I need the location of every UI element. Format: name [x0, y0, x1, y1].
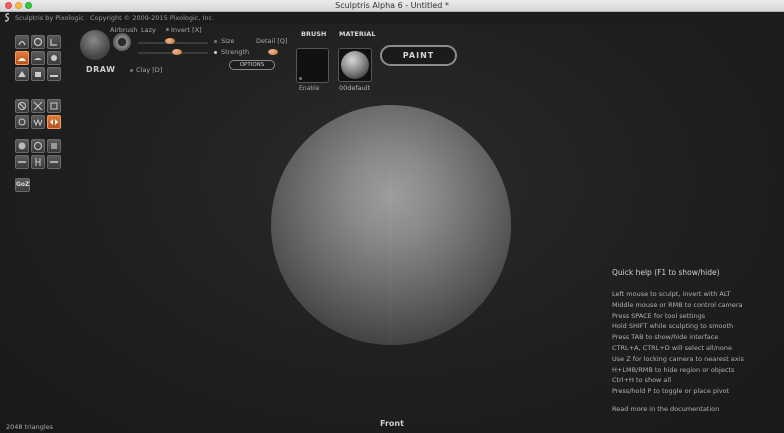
flatten-icon: [34, 58, 42, 60]
options-button[interactable]: OPTIONS: [229, 60, 275, 70]
sphere-icon: [18, 142, 26, 150]
draw-brush-preview-icon[interactable]: [80, 30, 110, 60]
draw-icon: [18, 58, 26, 61]
wireframe-tool-button[interactable]: [15, 115, 29, 129]
view-orientation-label: Front: [380, 419, 404, 428]
material-slot[interactable]: [338, 48, 372, 82]
help-line: Use Z for locking camera to nearest axis: [612, 354, 744, 363]
clay-toggle[interactable]: Clay [D]: [136, 66, 162, 74]
help-line: Hold SHIFT while sculpting to smooth: [612, 322, 734, 331]
scale-tool-button[interactable]: [47, 35, 61, 49]
rotate-tool-button[interactable]: [31, 35, 45, 49]
mask-tool-button[interactable]: [31, 99, 45, 113]
quick-help-title: Quick help (F1 to show/hide): [612, 268, 720, 277]
size-label[interactable]: Size: [221, 37, 234, 45]
symmetry-tool-button[interactable]: [47, 99, 61, 113]
sculpt-sphere-mesh[interactable]: [271, 105, 511, 345]
grab-tool-button[interactable]: [31, 67, 45, 81]
material-name: 00default: [339, 84, 371, 92]
current-tool-label: DRAW: [86, 65, 116, 74]
help-line: Left mouse to sculpt, invert with ALT: [612, 290, 731, 298]
symmetry-seam: [390, 165, 391, 345]
app-name-and-copyright: Sculptris by Pixologic Copyright © 2009-…: [15, 12, 214, 24]
subdivide-icon: [33, 118, 43, 127]
strength-label[interactable]: Strength: [221, 48, 249, 56]
help-line: CTRL+A, CTRL+D will select all/none: [612, 343, 733, 352]
airbrush-toggle[interactable]: Airbrush: [110, 26, 137, 34]
quick-help-panel: Quick help (F1 to show/hide) Left mouse …: [612, 268, 782, 413]
lazy-slider-knob[interactable]: [172, 49, 182, 55]
smooth-icon: [50, 75, 58, 77]
inflate-tool-button[interactable]: [47, 51, 61, 65]
rotate-icon: [33, 37, 43, 47]
plane-icon: [34, 142, 42, 150]
crease-tool-button[interactable]: [15, 35, 29, 49]
clay-radio[interactable]: [130, 69, 133, 72]
new-sphere-button[interactable]: [15, 155, 29, 169]
brush-title: BRUSH: [301, 30, 327, 38]
brush-falloff-icon[interactable]: [113, 33, 131, 51]
detail-slider-knob[interactable]: [268, 49, 278, 55]
strength-radio[interactable]: [214, 51, 217, 54]
quick-help-lines: Left mouse to sculpt, invert with ALT Mi…: [612, 289, 782, 397]
plane-tool-button[interactable]: [31, 139, 45, 153]
airbrush-slider-knob[interactable]: [165, 38, 175, 44]
sculptris-logo-icon: [4, 13, 10, 22]
scale-icon: [50, 39, 57, 46]
help-line: Ctrl+H to show all: [612, 376, 672, 385]
open-file-button[interactable]: [31, 155, 45, 169]
wireframe-icon: [18, 118, 26, 126]
window-title: Sculptris Alpha 6 - Untitled *: [335, 1, 449, 10]
figure-icon: [35, 158, 41, 166]
symmetry-icon: [50, 102, 58, 110]
help-line: Middle mouse or RMB to control camera: [612, 300, 743, 309]
pinch-tool-button[interactable]: [15, 67, 29, 81]
sphere-tool-button[interactable]: [15, 139, 29, 153]
reduce-brush-tool-button[interactable]: [47, 115, 61, 129]
size-radio[interactable]: [214, 40, 217, 43]
lazy-toggle[interactable]: Lazy: [141, 26, 156, 34]
copyright-text: Copyright © 2009-2015 Pixologic, Inc.: [89, 14, 215, 22]
grab-icon: [35, 72, 41, 77]
goz-button[interactable]: GoZ: [15, 178, 30, 192]
brush-enable-label[interactable]: Enable: [299, 85, 319, 92]
save-file-button[interactable]: [47, 155, 61, 169]
help-line: Press SPACE for tool settings: [612, 311, 706, 320]
line-icon: [18, 161, 26, 163]
minus-icon: [50, 161, 58, 163]
draw-tool-button[interactable]: [15, 51, 29, 65]
import-tool-button[interactable]: [47, 139, 61, 153]
smooth-tool-button[interactable]: [47, 67, 61, 81]
inflate-icon: [51, 55, 57, 61]
invert-radio[interactable]: [166, 28, 169, 31]
pinch-icon: [18, 71, 26, 77]
app-header: Sculptris by Pixologic Copyright © 2009-…: [0, 12, 784, 24]
mask-icon: [33, 101, 43, 111]
flatten-tool-button[interactable]: [31, 51, 45, 65]
import-icon: [51, 143, 57, 149]
material-preview-icon: [341, 51, 369, 79]
help-line: Press/hold P to toggle or place pivot: [612, 387, 730, 396]
reduce-tool-button[interactable]: [15, 99, 29, 113]
title-bar: Sculptris Alpha 6 - Untitled *: [0, 0, 784, 12]
invert-toggle[interactable]: Invert [X]: [171, 26, 202, 34]
help-line: H+LMB/RMB to hide region or objects: [612, 365, 735, 374]
help-line: Press TAB to show/hide interface: [612, 333, 719, 342]
crease-icon: [18, 40, 26, 46]
reduce-icon: [18, 102, 26, 110]
app-window: Sculptris Alpha 6 - Untitled * Sculptris…: [0, 0, 784, 433]
reduce-brush-icon: [50, 119, 58, 125]
material-title: MATERIAL: [339, 30, 376, 38]
subdivide-tool-button[interactable]: [31, 115, 45, 129]
detail-label[interactable]: Detail [Q]: [256, 37, 287, 45]
brush-enable-radio[interactable]: [299, 77, 302, 80]
sculpt-viewport[interactable]: Sculptris by Pixologic Copyright © 2009-…: [0, 12, 784, 433]
app-name: Sculptris by Pixologic: [15, 14, 84, 22]
documentation-link[interactable]: Read more in the documentation: [612, 405, 782, 413]
paint-mode-button[interactable]: PAINT: [380, 45, 457, 66]
